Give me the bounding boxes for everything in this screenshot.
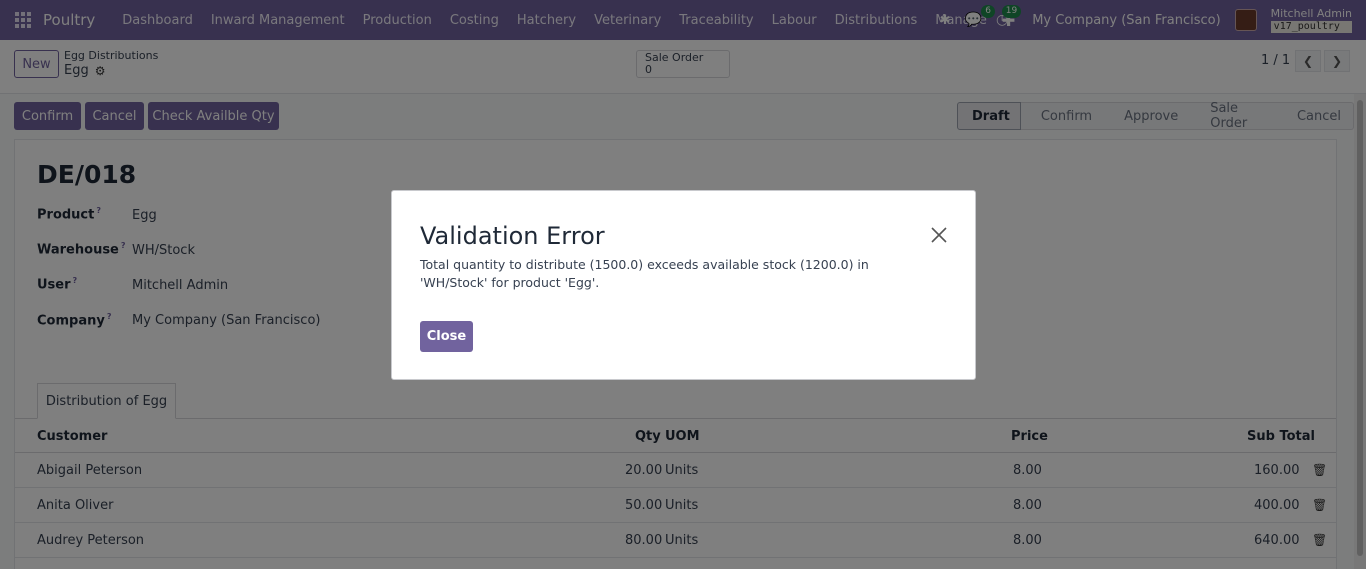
close-icon[interactable] [929, 225, 949, 245]
dialog-title: Validation Error [420, 222, 605, 250]
dialog-message: Total quantity to distribute (1500.0) ex… [420, 257, 869, 290]
dialog-close-button[interactable]: Close [420, 321, 473, 352]
validation-error-dialog: Validation Error Total quantity to distr… [391, 190, 976, 380]
